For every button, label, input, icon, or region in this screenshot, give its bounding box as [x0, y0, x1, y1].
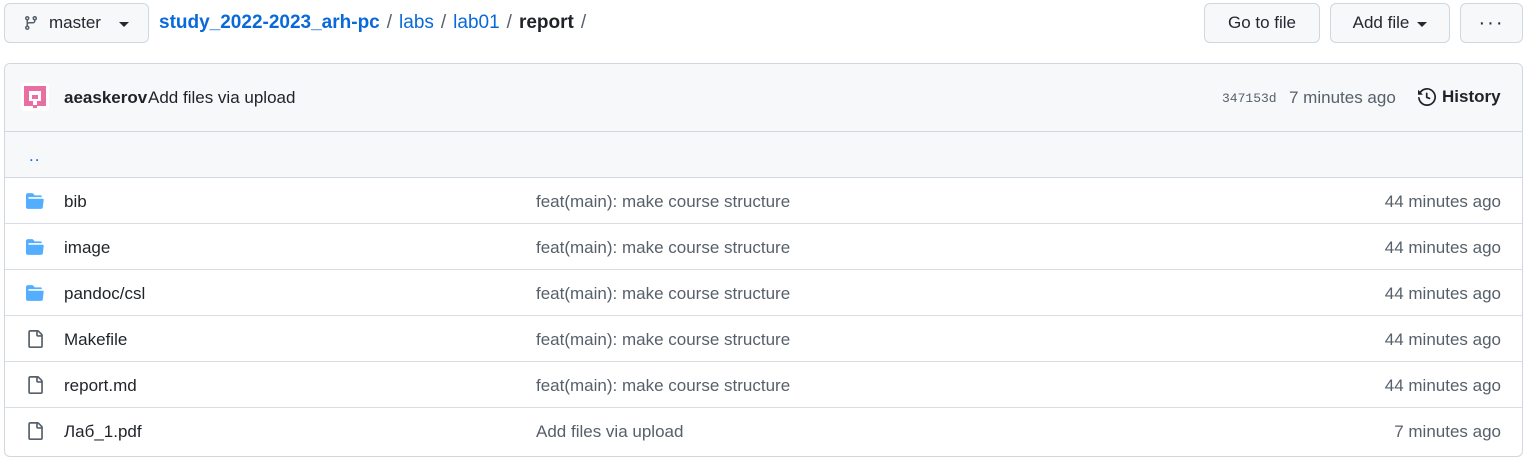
file-name-link[interactable]: bib: [64, 192, 87, 212]
breadcrumb-repo-link[interactable]: study_2022-2023_arh-pc: [159, 12, 380, 34]
latest-commit-bar: aeaskerov Add files via upload 347153d 7…: [5, 64, 1522, 132]
breadcrumb: study_2022-2023_arh-pc / labs / lab01 / …: [159, 12, 593, 34]
breadcrumb-lab01-link[interactable]: lab01: [453, 12, 500, 34]
file-row[interactable]: pandoc/csl feat(main): make course struct…: [5, 270, 1522, 316]
parent-directory-row[interactable]: ..: [5, 132, 1522, 178]
file-row[interactable]: report.md feat(main): make course structu…: [5, 362, 1522, 408]
file-commit-message-link[interactable]: Add files via upload: [536, 422, 683, 442]
add-file-button[interactable]: Add file: [1330, 3, 1450, 43]
file-name-link[interactable]: image: [64, 238, 110, 258]
breadcrumb-separator: /: [580, 12, 587, 33]
commit-time: 7 minutes ago: [1289, 88, 1396, 107]
file-name-link[interactable]: pandoc/csl: [64, 284, 145, 304]
chevron-down-icon: [118, 21, 129, 27]
history-link[interactable]: History: [1418, 87, 1501, 107]
file-row[interactable]: Лаб_1.pdf Add files via upload 7 minutes a…: [5, 408, 1522, 454]
file-row[interactable]: image feat(main): make course structure 44…: [5, 224, 1522, 270]
file-browser: aeaskerov Add files via upload 347153d 7…: [4, 63, 1523, 457]
file-icon: [25, 422, 45, 440]
commit-message-link[interactable]: Add files via upload: [148, 88, 295, 108]
repo-toolbar: master study_2022-2023_arh-pc / labs / l…: [0, 0, 1530, 48]
file-name-link[interactable]: report.md: [64, 376, 137, 396]
file-commit-message-link[interactable]: feat(main): make course structure: [536, 284, 790, 304]
go-to-file-label: Go to file: [1227, 13, 1297, 32]
breadcrumb-separator: /: [440, 12, 447, 33]
file-commit-time: 44 minutes ago: [1384, 376, 1501, 395]
file-row[interactable]: bib feat(main): make course structure 44 m…: [5, 178, 1522, 224]
parent-directory-link[interactable]: ..: [29, 146, 40, 166]
avatar[interactable]: [21, 83, 49, 111]
history-icon: [1418, 88, 1436, 106]
breadcrumb-current: report: [518, 12, 574, 33]
file-commit-message-link[interactable]: feat(main): make course structure: [536, 376, 790, 396]
file-commit-time: 7 minutes ago: [1394, 422, 1501, 441]
go-to-file-button[interactable]: Go to file: [1204, 3, 1320, 43]
branch-select-button[interactable]: master: [4, 3, 149, 43]
file-commit-time: 44 minutes ago: [1384, 330, 1501, 349]
breadcrumb-separator: /: [386, 12, 393, 33]
kebab-horizontal-icon: ···: [1478, 11, 1505, 34]
file-commit-time: 44 minutes ago: [1384, 238, 1501, 257]
file-row[interactable]: Makefile feat(main): make course structur…: [5, 316, 1522, 362]
file-name-link[interactable]: Лаб_1.pdf: [64, 422, 142, 442]
commit-sha-link[interactable]: 347153d: [1222, 91, 1277, 106]
file-commit-message-link[interactable]: feat(main): make course structure: [536, 238, 790, 258]
file-list: bib feat(main): make course structure 44 m…: [5, 178, 1522, 454]
more-options-button[interactable]: ···: [1460, 3, 1523, 43]
chevron-down-icon: [1417, 21, 1428, 27]
folder-icon: [25, 192, 45, 210]
file-icon: [25, 330, 45, 348]
file-name-link[interactable]: Makefile: [64, 330, 127, 350]
branch-name: master: [49, 13, 101, 32]
add-file-label: Add file: [1352, 13, 1410, 32]
breadcrumb-labs-link[interactable]: labs: [399, 12, 434, 34]
git-branch-icon: [24, 16, 37, 31]
file-commit-message-link[interactable]: feat(main): make course structure: [536, 330, 790, 350]
breadcrumb-separator: /: [506, 12, 512, 33]
file-icon: [25, 376, 45, 394]
file-commit-message-link[interactable]: feat(main): make course structure: [536, 192, 790, 212]
commit-author-link[interactable]: aeaskerov: [64, 88, 147, 108]
history-label: History: [1442, 87, 1501, 106]
folder-icon: [25, 284, 45, 302]
folder-icon: [25, 238, 45, 256]
file-commit-time: 44 minutes ago: [1384, 192, 1501, 211]
file-commit-time: 44 minutes ago: [1384, 284, 1501, 303]
